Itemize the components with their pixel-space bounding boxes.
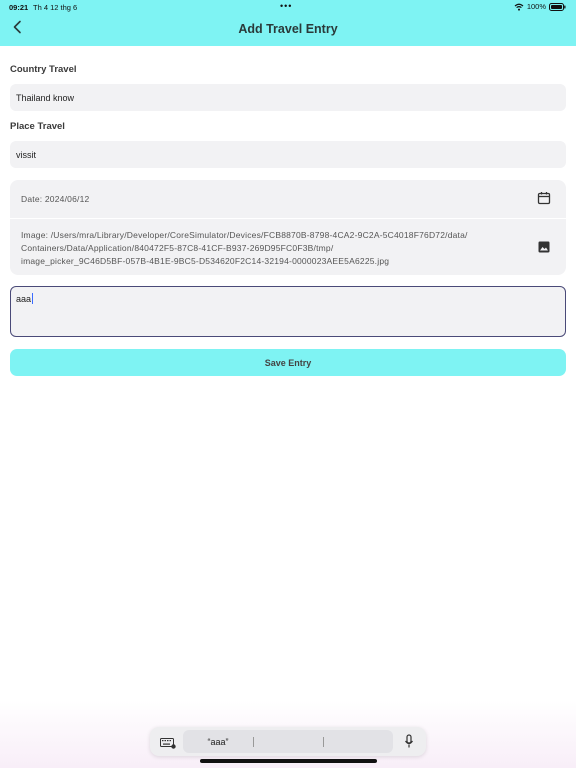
- keyboard-shortcut-bar: “aaa”: [150, 727, 426, 756]
- suggestion-item[interactable]: “aaa”: [183, 730, 253, 753]
- screen: 09:21 Th 4 12 thg 6 ••• 100% Add Travel …: [0, 0, 576, 768]
- header: 09:21 Th 4 12 thg 6 ••• 100% Add Travel …: [0, 0, 576, 46]
- app-bar: Add Travel Entry: [0, 14, 576, 46]
- page-title: Add Travel Entry: [238, 22, 338, 36]
- country-input[interactable]: Thailand know: [10, 84, 566, 111]
- note-input[interactable]: aaa: [10, 286, 566, 337]
- image-path: Image: /Users/mra/Library/Developer/Core…: [21, 229, 531, 268]
- image-path-line: image_picker_9C46D5BF-057B-4B1E-9BC5-D53…: [21, 256, 390, 266]
- date-image-card: Date: 2024/06/12 Image: /Users/mra/Libra…: [10, 180, 566, 275]
- wifi-icon: [514, 3, 524, 11]
- keyboard-icon[interactable]: [160, 736, 176, 749]
- card-divider: [10, 218, 566, 219]
- status-right: 100%: [514, 2, 566, 11]
- text-caret: [32, 293, 34, 304]
- suggestion-strip: “aaa”: [183, 730, 393, 753]
- place-label: Place Travel: [10, 121, 65, 132]
- microphone-icon[interactable]: [404, 734, 414, 749]
- image-icon[interactable]: [538, 240, 550, 253]
- home-indicator: [200, 759, 377, 763]
- battery-percentage: 100%: [526, 2, 546, 11]
- calendar-icon[interactable]: [537, 191, 551, 205]
- suggestion-item[interactable]: [254, 730, 323, 753]
- image-path-line: Image: /Users/mra/Library/Developer/Core…: [21, 230, 468, 240]
- multitasking-dots[interactable]: •••: [280, 1, 292, 11]
- suggestion-item[interactable]: [324, 730, 393, 753]
- place-input[interactable]: vissit: [10, 141, 566, 168]
- status-date: Th 4 12 thg 6: [33, 3, 78, 12]
- battery-icon: [549, 2, 566, 11]
- image-path-line: Containers/Data/Application/840472F5-87C…: [21, 243, 334, 253]
- note-text: aaa: [16, 294, 32, 304]
- country-label: Country Travel: [10, 64, 77, 75]
- save-entry-button[interactable]: Save Entry: [10, 349, 566, 376]
- date-display: Date: 2024/06/12: [21, 194, 90, 204]
- status-bar: 09:21 Th 4 12 thg 6 ••• 100%: [0, 0, 576, 14]
- status-time: 09:21: [9, 3, 29, 12]
